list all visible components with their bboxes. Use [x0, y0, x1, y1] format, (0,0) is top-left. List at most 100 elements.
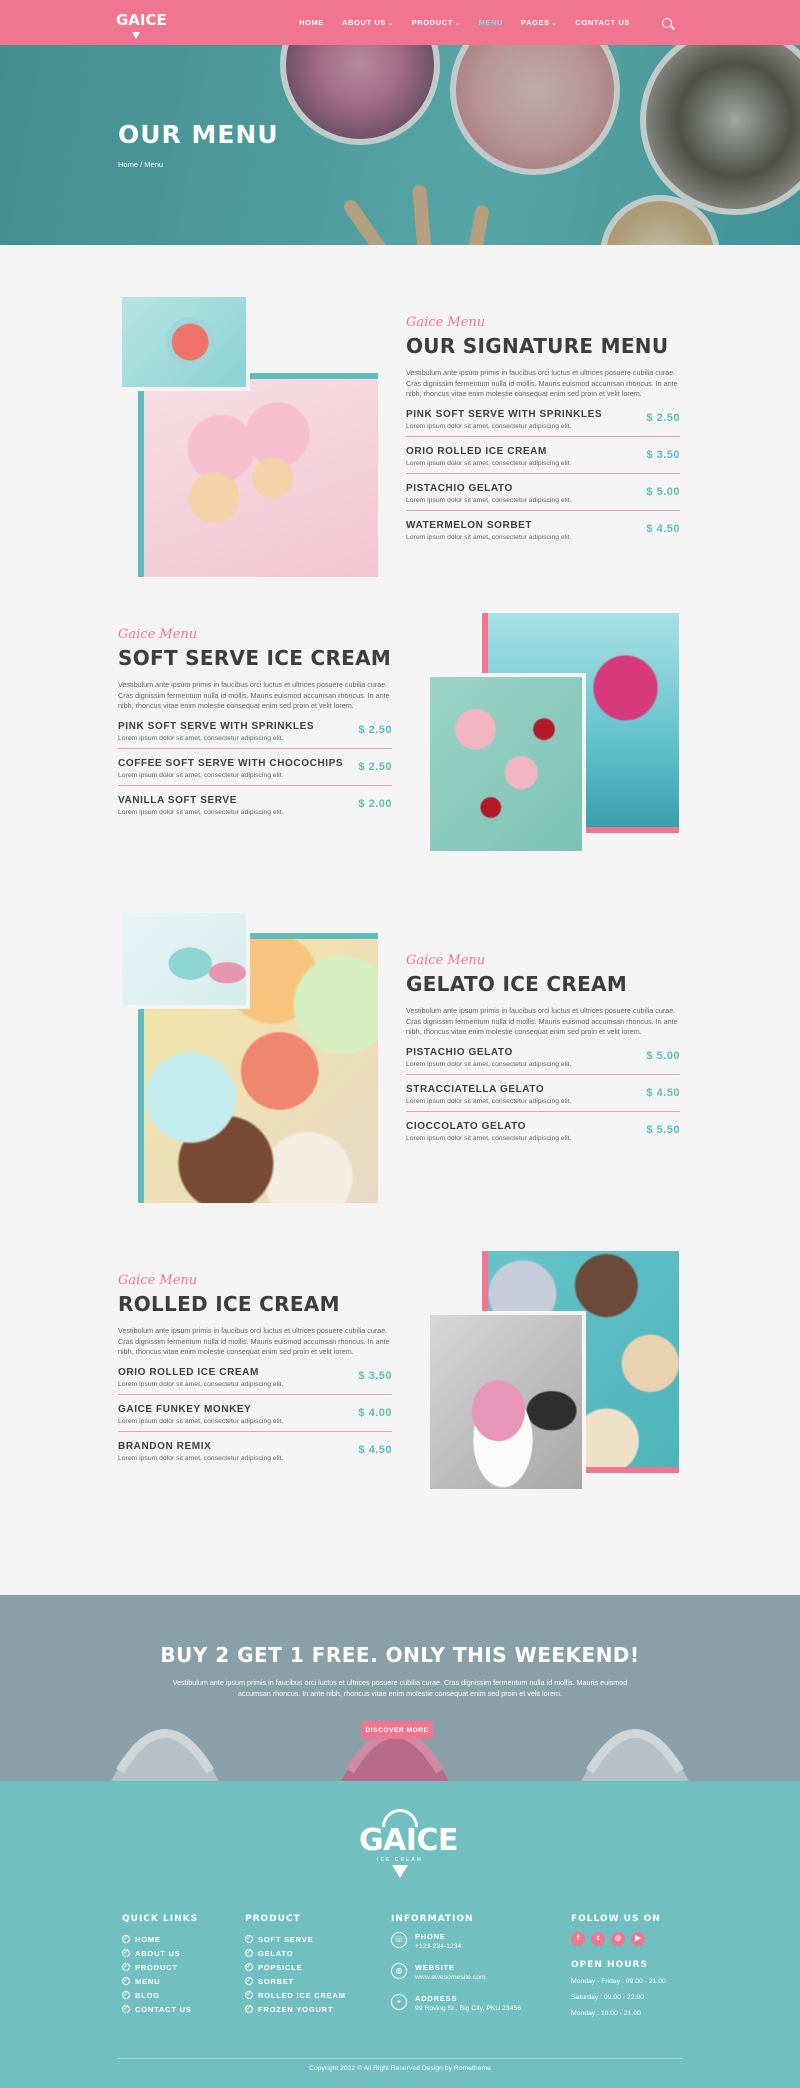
chevron-down-icon: ⌄	[454, 21, 461, 27]
check-circle-icon: ✓	[245, 1949, 253, 1957]
info-value[interactable]: +123-234-1234	[415, 1943, 461, 1950]
menu-section-gelato: Gaice Menu GELATO ICE CREAM Vestibulum a…	[0, 909, 800, 1253]
footer-link[interactable]: ✓ MENU	[122, 1974, 198, 1988]
section-description: Vestibulum ante ipsum primis in faucibus…	[406, 368, 678, 398]
item-name: COFFEE SOFT SERVE WITH CHOCOCHIPS	[118, 757, 344, 769]
footer-link[interactable]: ✓ CONTACT US	[122, 2002, 198, 2016]
nav-item-home[interactable]: HOME	[299, 18, 324, 27]
menu-item[interactable]: GAICE FUNKEY MONKEY Lorem ipsum dolor sit…	[118, 1395, 392, 1432]
check-circle-icon: ✓	[122, 1977, 130, 1985]
footer-product-links: PRODUCT ✓ SOFT SERVE ✓ GELATO ✓ POPSICLE ✓ S…	[245, 1914, 346, 2016]
info-value[interactable]: www.awesomesite.com	[415, 1974, 486, 1981]
check-circle-icon: ✓	[122, 1991, 130, 1999]
footer-link[interactable]: ✓ ABOUT US	[122, 1946, 198, 1960]
menu-item[interactable]: PISTACHIO GELATO Lorem ipsum dolor sit am…	[406, 1038, 680, 1075]
item-price: $ 4.50	[358, 1443, 392, 1456]
info-label: WEBSITE	[415, 1963, 455, 1972]
item-description: Lorem ipsum dolor sit amet, consectetur …	[118, 808, 284, 816]
menu-item[interactable]: ORIO ROLLED ICE CREAM Lorem ipsum dolor s…	[118, 1358, 392, 1395]
check-circle-icon: ✓	[245, 1991, 253, 1999]
section-title: SOFT SERVE ICE CREAM	[118, 646, 392, 670]
menu-section-rolled: Gaice Menu ROLLED ICE CREAM Vestibulum a…	[0, 1251, 800, 1573]
menu-item[interactable]: COFFEE SOFT SERVE WITH CHOCOCHIPS Lorem i…	[118, 749, 392, 786]
item-name: GAICE FUNKEY MONKEY	[118, 1403, 252, 1415]
footer-link[interactable]: ✓ FROZEN YOGURT	[245, 2002, 346, 2016]
section-description: Vestibulum ante ipsum primis in faucibus…	[406, 1006, 678, 1036]
footer-heading: OPEN HOURS	[571, 1960, 648, 1970]
copyright: Copyright 2022 © All Right Reserved Desi…	[309, 2065, 491, 2072]
item-name: VANILLA SOFT SERVE	[118, 794, 237, 806]
footer-link[interactable]: ✓ HOME	[122, 1932, 198, 1946]
youtube-icon[interactable]: ▶	[631, 1932, 645, 1946]
hours-line: Monday - Friday : 09.00 - 21.00	[571, 1978, 666, 1985]
footer-information: INFORMATION ☏ PHONE +123-234-1234 ◍ WEBSITE…	[391, 1914, 521, 2025]
item-price: $ 4.50	[646, 1086, 680, 1099]
nav-item-product[interactable]: PRODUCT ⌄	[412, 18, 461, 27]
footer-link[interactable]: ✓ ROLLED ICE CREAM	[245, 1988, 346, 2002]
check-circle-icon: ✓	[245, 1963, 253, 1971]
menu-item[interactable]: BRANDON REMIX Lorem ipsum dolor sit amet,…	[118, 1432, 392, 1468]
footer-link[interactable]: ✓ BLOG	[122, 1988, 198, 2002]
hours-line: Monday : 10.00 - 21.00	[571, 2010, 641, 2017]
nav-item-about-us[interactable]: ABOUT US ⌄	[342, 18, 394, 27]
footer-link-label: HOME	[135, 1934, 161, 1944]
item-description: Lorem ipsum dolor sit amet, consectetur …	[118, 1417, 284, 1425]
menu-item[interactable]: PISTACHIO GELATO Lorem ipsum dolor sit am…	[406, 474, 680, 511]
footer-link-label: GELATO	[258, 1948, 294, 1958]
chevron-down-icon: ⌄	[551, 21, 558, 27]
check-circle-icon: ✓	[245, 2005, 253, 2013]
footer-link[interactable]: ✓ PRODUCT	[122, 1960, 198, 1974]
twitter-icon[interactable]: t	[591, 1932, 605, 1946]
item-price: $ 3.50	[358, 1369, 392, 1382]
item-price: $ 4.00	[358, 1406, 392, 1419]
nav-item-contact-us[interactable]: CONTACT US	[575, 18, 630, 27]
page-title: OUR MENU	[118, 120, 279, 149]
instagram-icon[interactable]: ◎	[611, 1932, 625, 1946]
nav-label: HOME	[299, 18, 325, 27]
footer-link-label: CONTACT US	[135, 2004, 192, 2014]
item-description: Lorem ipsum dolor sit amet, consectetur …	[406, 533, 572, 541]
footer-link[interactable]: ✓ POPSICLE	[245, 1960, 346, 1974]
footer-link[interactable]: ✓ GELATO	[245, 1946, 346, 1960]
footer-link[interactable]: ✓ SOFT SERVE	[245, 1932, 346, 1946]
item-name: BRANDON REMIX	[118, 1440, 212, 1452]
menu-item[interactable]: PINK SOFT SERVE WITH SPRINKLES Lorem ipsu…	[406, 400, 680, 437]
menu-item[interactable]: STRACCIATELLA GELATO Lorem ipsum dolor si…	[406, 1075, 680, 1112]
ice-cream-platter-image	[426, 673, 586, 855]
section-description: Vestibulum ante ipsum primis in faucibus…	[118, 1326, 390, 1356]
nav-item-menu[interactable]: MENU	[479, 18, 503, 27]
item-price: $ 2.50	[358, 723, 392, 736]
menu-item[interactable]: VANILLA SOFT SERVE Lorem ipsum dolor sit …	[118, 786, 392, 822]
facebook-icon[interactable]: f	[571, 1932, 585, 1946]
footer-link-label: ROLLED ICE CREAM	[258, 1990, 346, 2000]
footer-link[interactable]: ✓ SORBET	[245, 1974, 346, 1988]
item-name: ORIO ROLLED ICE CREAM	[406, 445, 547, 457]
open-hours: Monday - Friday : 09.00 - 21.00 Saturday…	[571, 1978, 666, 2026]
promo-banner: BUY 2 GET 1 FREE. ONLY THIS WEEKEND! Ves…	[0, 1595, 800, 1781]
logo-text: GAICE	[116, 11, 167, 29]
discover-more-button[interactable]: DISCOVER MORE	[361, 1721, 433, 1739]
item-description: Lorem ipsum dolor sit amet, consectetur …	[406, 1097, 572, 1105]
menu-item[interactable]: ORIO ROLLED ICE CREAM Lorem ipsum dolor s…	[406, 437, 680, 474]
item-description: Lorem ipsum dolor sit amet, consectetur …	[118, 771, 284, 779]
script-label: Gaice Menu	[406, 315, 486, 330]
brand-logo[interactable]: GAICE	[116, 6, 167, 39]
search-icon[interactable]	[662, 17, 672, 28]
footer-logo[interactable]: GAICE ICE CREAM	[359, 1809, 459, 1878]
rolled-ice-cream-cup-image	[426, 1311, 586, 1493]
footer-link-label: POPSICLE	[258, 1962, 303, 1972]
soft-serve-swirl-image	[581, 1729, 689, 1781]
menu-item[interactable]: CIOCCOLATO GELATO Lorem ipsum dolor sit a…	[406, 1112, 680, 1148]
item-price: $ 2.50	[646, 411, 680, 424]
soft-serve-cones-image	[144, 379, 378, 577]
nav-item-pages[interactable]: PAGES ⌄	[521, 18, 557, 27]
menu-item[interactable]: PINK SOFT SERVE WITH SPRINKLES Lorem ipsu…	[118, 712, 392, 749]
item-price: $ 2.50	[358, 760, 392, 773]
check-circle-icon: ✓	[122, 1949, 130, 1957]
hours-line: Saturday : 09.00 - 22.00	[571, 1994, 644, 2001]
location-pin-icon: ⌖	[391, 1994, 407, 2010]
section-title: GELATO ICE CREAM	[406, 972, 628, 996]
site-footer: GAICE ICE CREAM QUICK LINKS ✓ HOME ✓ ABOUT…	[0, 1781, 800, 2088]
item-description: Lorem ipsum dolor sit amet, consectetur …	[406, 496, 572, 504]
menu-item[interactable]: WATERMELON SORBET Lorem ipsum dolor sit a…	[406, 511, 680, 547]
